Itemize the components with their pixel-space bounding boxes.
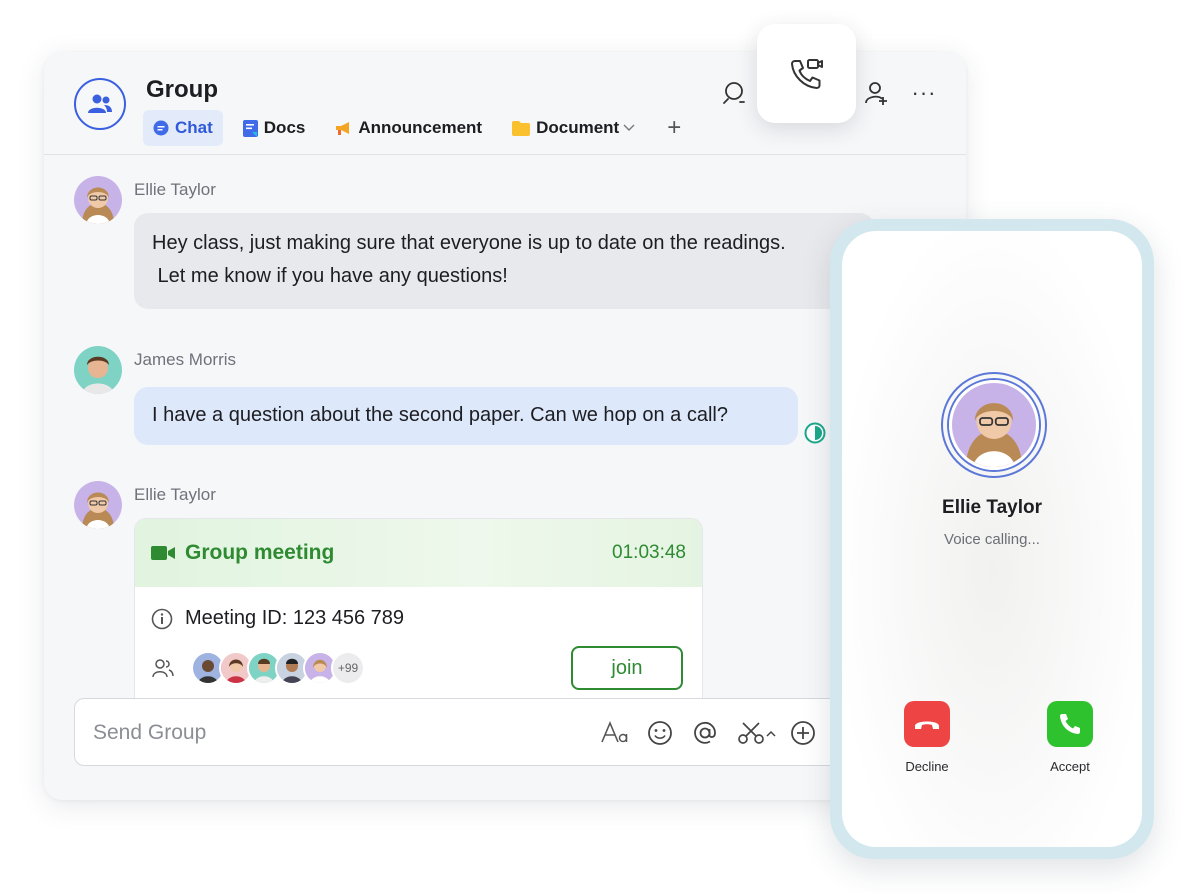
video-camera-icon [151, 546, 175, 560]
message-text-line: Hey class, just making sure that everyon… [152, 232, 786, 254]
meeting-id: Meeting ID: 123 456 789 [185, 607, 405, 629]
accept-action: Accept [1025, 701, 1115, 774]
group-people-icon [88, 94, 112, 113]
meeting-card: Group meeting 01:03:48 Meeting ID: 123 4… [134, 518, 703, 720]
tab-document[interactable]: Document [502, 110, 645, 146]
james-portrait-icon [74, 346, 122, 394]
search-icon [723, 82, 745, 104]
chat-window: Group Chat Docs Announcement Document + … [44, 52, 966, 800]
message-text-line: Let me know if you have any questions! [152, 265, 508, 287]
mention-button[interactable] [689, 717, 721, 749]
decline-label: Decline [905, 759, 949, 774]
accept-button[interactable] [1047, 701, 1093, 747]
message-sender: Ellie Taylor [134, 485, 216, 504]
chevron-down-icon [623, 124, 635, 131]
call-button[interactable] [757, 24, 856, 123]
tab-announcement-label: Announcement [358, 118, 483, 137]
info-icon [151, 608, 173, 629]
phone-icon [1060, 714, 1080, 734]
phone-screen: Ellie Taylor Voice calling... Decline Ac… [842, 231, 1142, 847]
meeting-id-row: Meeting ID: 123 456 789 [151, 607, 404, 630]
add-tab-button[interactable]: + [655, 114, 693, 142]
participants-row: +99 [151, 651, 365, 685]
tab-bar: Chat Docs Announcement Document + [143, 110, 693, 146]
half-read-icon [804, 422, 826, 444]
tab-announcement[interactable]: Announcement [325, 110, 492, 146]
docs-icon [242, 119, 258, 137]
add-attachment-button[interactable] [787, 717, 819, 749]
message-bubble: Hey class, just making sure that everyon… [134, 213, 874, 309]
group-avatar[interactable] [74, 78, 126, 130]
ellie-portrait-icon [74, 176, 122, 224]
hang-up-icon [915, 721, 939, 729]
plus-circle-icon [791, 721, 815, 745]
tab-chat[interactable]: Chat [143, 110, 223, 146]
phone-video-icon [790, 58, 823, 89]
message-sender: James Morris [134, 350, 237, 369]
join-meeting-button[interactable]: join [571, 646, 683, 690]
caller-name: Ellie Taylor [942, 497, 1042, 518]
add-member-button[interactable] [862, 78, 892, 108]
ellie-portrait-icon [74, 481, 122, 529]
accept-label: Accept [1050, 759, 1090, 774]
megaphone-icon [336, 121, 350, 135]
caller-avatar [949, 380, 1039, 470]
participants-icon [152, 659, 174, 678]
message-input[interactable] [91, 717, 515, 749]
read-status-indicator [804, 422, 826, 444]
ellie-portrait-icon [952, 383, 1036, 467]
tab-document-label: Document [536, 118, 620, 137]
more-dots-icon: ··· [911, 80, 937, 105]
caller-avatar-ring [941, 372, 1047, 478]
group-title: Group [146, 76, 218, 103]
tab-docs[interactable]: Docs [233, 110, 316, 146]
message-composer [74, 698, 936, 766]
tab-chat-label: Chat [175, 118, 213, 137]
more-participants-badge[interactable]: +99 [331, 651, 365, 685]
message-text: I have a question about the second paper… [152, 404, 728, 426]
avatar-ellie-taylor[interactable] [74, 176, 122, 224]
text-format-icon [601, 720, 628, 743]
search-button[interactable] [719, 78, 749, 108]
mention-icon [694, 721, 716, 744]
emoji-button[interactable] [644, 717, 676, 749]
message-sender: Ellie Taylor [134, 180, 216, 199]
meeting-card-header: Group meeting 01:03:48 [135, 519, 702, 587]
incoming-call-phone: Ellie Taylor Voice calling... Decline Ac… [830, 219, 1154, 859]
call-status: Voice calling... [944, 531, 1040, 548]
screenshot-button[interactable] [735, 717, 779, 749]
more-options-button[interactable]: ··· [909, 78, 939, 108]
text-format-button[interactable] [599, 717, 631, 749]
folder-icon [512, 120, 531, 136]
decline-action: Decline [882, 701, 972, 774]
chat-bubble-icon [153, 120, 169, 136]
avatar-ellie-taylor[interactable] [74, 481, 122, 529]
tab-docs-label: Docs [263, 118, 306, 137]
decline-button[interactable] [904, 701, 950, 747]
avatar-james-morris[interactable] [74, 346, 122, 394]
emoji-icon [648, 721, 672, 745]
meeting-title: Group meeting [185, 541, 335, 564]
add-user-icon [865, 82, 887, 105]
scissors-icon [738, 722, 776, 744]
meeting-timer: 01:03:48 [612, 542, 686, 563]
message-bubble: I have a question about the second paper… [134, 387, 798, 445]
